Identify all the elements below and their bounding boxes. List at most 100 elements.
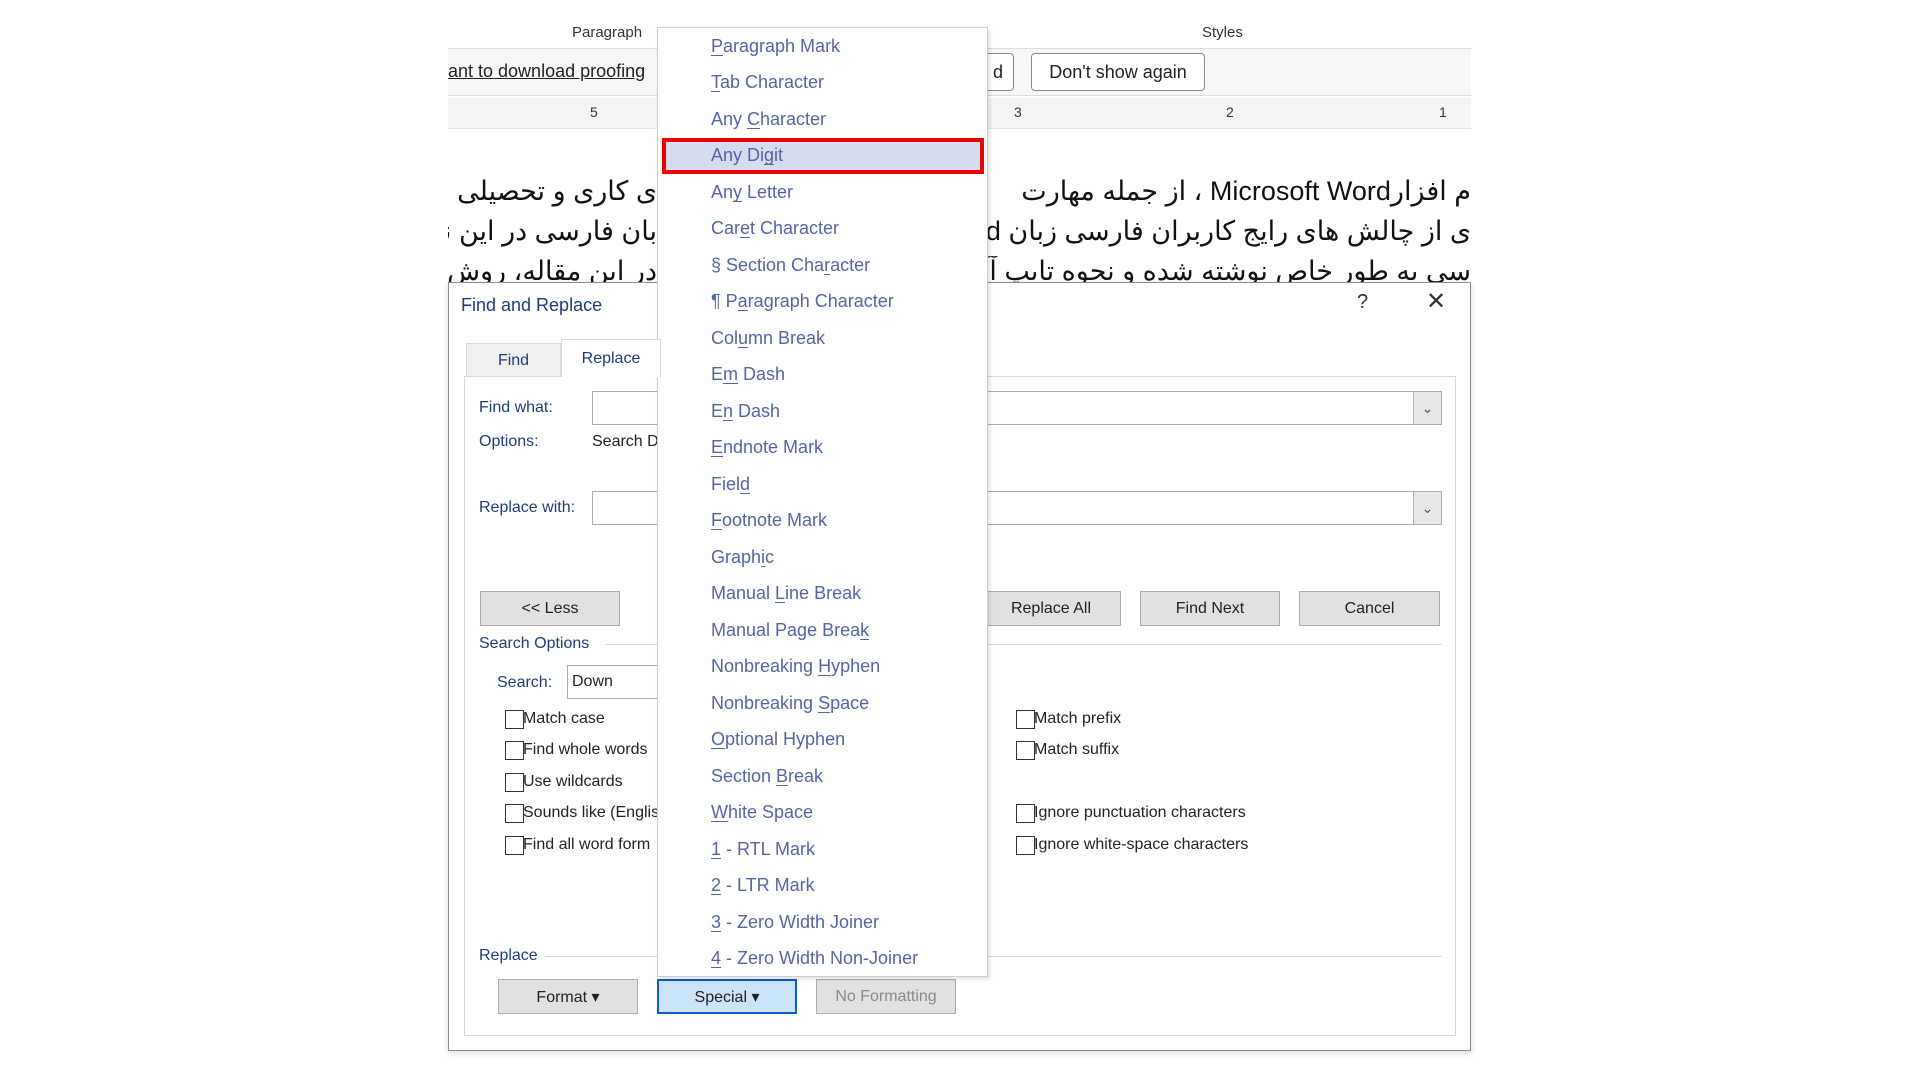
mnemonic-underline (711, 857, 722, 859)
special-menu-item[interactable]: Field (662, 466, 984, 502)
special-menu-item-label: Graphic (711, 546, 775, 567)
mnemonic-underline (761, 565, 766, 567)
mnemonic-underline (711, 967, 722, 968)
special-menu-item-label: Manual Line Break (711, 583, 862, 603)
search-direction-label: Search: (497, 674, 553, 691)
match-prefix-checkbox[interactable] (1016, 710, 1035, 729)
mnemonic-underline (747, 127, 761, 129)
use-wildcards-checkbox[interactable] (505, 773, 524, 792)
tab-find[interactable]: Find (466, 343, 561, 377)
special-menu-item[interactable]: Optional Hyphen (662, 722, 984, 758)
special-menu-item[interactable]: White Space (662, 795, 984, 831)
mnemonic-underline (711, 529, 722, 530)
close-icon[interactable]: ✕ (1421, 287, 1451, 316)
ruler-number: 3 (1014, 104, 1022, 120)
special-menu-item-label: Any Character (711, 108, 827, 129)
special-menu-item[interactable]: Nonbreaking Hyphen (662, 649, 984, 685)
special-menu-item[interactable]: Footnote Mark (662, 503, 984, 539)
match-case-checkbox[interactable] (505, 710, 524, 729)
find-whole-words-checkbox[interactable] (505, 741, 524, 760)
cancel-button[interactable]: Cancel (1299, 591, 1440, 626)
ribbon-group-styles-label: Styles (1202, 24, 1243, 41)
special-menu-item-label: White Space (711, 802, 814, 822)
match-case-label: Match case (523, 710, 605, 727)
mnemonic-underline (711, 894, 722, 895)
special-menu-item[interactable]: Manual Line Break (662, 576, 984, 612)
special-menu-item-label: Nonbreaking Space (711, 692, 870, 713)
tab-replace[interactable]: Replace (561, 339, 661, 377)
dont-show-again-button[interactable]: Don't show again (1031, 53, 1205, 91)
find-what-label: Find what: (479, 399, 553, 416)
special-menu-item-label: 2 - LTR Mark (711, 875, 815, 895)
special-menu-item[interactable]: 4 - Zero Width Non-Joiner (662, 941, 984, 977)
document-text-line: سی به طور خاص نوشته شده و نحوه تایپ آن (969, 256, 1472, 282)
search-options-label: Search Options (479, 635, 590, 652)
special-menu-item[interactable]: ¶ Paragraph Character (662, 284, 984, 320)
special-menu-item[interactable]: Column Break (662, 320, 984, 356)
sounds-like-checkbox[interactable] (505, 804, 524, 823)
special-menu-item[interactable]: Nonbreaking Space (662, 685, 984, 721)
special-menu-item[interactable]: Manual Page Break (662, 612, 984, 648)
mnemonic-underline (711, 456, 724, 457)
special-menu-item[interactable]: 2 - LTR Mark (662, 868, 984, 904)
special-menu-item[interactable]: Caret Character (662, 211, 984, 247)
special-menu-item-label: ¶ Paragraph Character (711, 291, 894, 311)
match-suffix-label: Match suffix (1034, 741, 1120, 758)
special-menu-item[interactable]: § Section Character (662, 247, 984, 283)
mnemonic-underline (740, 492, 751, 494)
special-menu-item[interactable]: Paragraph Mark (662, 28, 984, 64)
mnemonic-underline (764, 164, 775, 165)
special-menu-item[interactable]: En Dash (662, 393, 984, 429)
special-menu-item[interactable]: Graphic (662, 539, 984, 575)
special-menu-item[interactable]: Em Dash (662, 357, 984, 393)
special-menu-item[interactable]: Any Letter (662, 174, 984, 210)
find-all-word-forms-checkbox[interactable] (505, 836, 524, 855)
special-menu-item[interactable]: 3 - Zero Width Joiner (662, 904, 984, 940)
ignore-punctuation-checkbox[interactable] (1016, 804, 1035, 823)
use-wildcards-label: Use wildcards (523, 773, 623, 790)
special-menu-item[interactable]: Any Character (662, 101, 984, 137)
options-value: Search D (592, 433, 659, 450)
chevron-down-icon[interactable]: ⌄ (1413, 392, 1441, 424)
special-menu-item[interactable]: Any Digit (662, 137, 984, 174)
mnemonic-underline (740, 237, 751, 238)
less-button[interactable]: << Less (480, 591, 620, 626)
special-menu-item[interactable]: 1 - RTL Mark (662, 831, 984, 867)
mnemonic-underline (711, 54, 724, 56)
help-button[interactable]: ? (1357, 291, 1368, 314)
special-menu-item-label: § Section Character (711, 254, 871, 275)
special-menu-item[interactable]: Endnote Mark (662, 430, 984, 466)
special-menu-item-label: Any Digit (711, 145, 784, 165)
format-button[interactable]: Format ▾ (498, 979, 638, 1014)
download-proofing-link[interactable]: ant to download proofing (448, 61, 657, 82)
chevron-down-icon[interactable]: ⌄ (1413, 492, 1441, 524)
mnemonic-underline (723, 383, 738, 384)
mnemonic-underline (711, 930, 722, 932)
find-next-button[interactable]: Find Next (1140, 591, 1280, 626)
no-formatting-button[interactable]: No Formatting (816, 979, 956, 1014)
special-button[interactable]: Special ▾ (657, 979, 797, 1014)
special-menu-item[interactable]: Tab Character (662, 65, 984, 101)
special-menu-item-label: Endnote Mark (711, 437, 824, 457)
special-menu-item-label: 4 - Zero Width Non-Joiner (711, 948, 919, 968)
mnemonic-underline (860, 638, 870, 640)
ribbon-group-paragraph-label: Paragraph (572, 24, 643, 41)
dialog-title: Find and Replace (461, 295, 603, 315)
find-whole-words-label: Find whole words (523, 741, 648, 758)
special-menu-item-label: 1 - RTL Mark (711, 838, 816, 859)
special-menu: Paragraph Mark Tab Character Any Character… (657, 27, 988, 977)
document-text-line: در این مقاله، روش (448, 256, 657, 282)
special-menu-item-label: Paragraph Mark (711, 35, 841, 56)
match-suffix-checkbox[interactable] (1016, 741, 1035, 760)
sounds-like-label: Sounds like (Englis (523, 804, 660, 821)
special-menu-item[interactable]: Section Break (662, 758, 984, 794)
special-menu-item-label: Any Letter (711, 181, 794, 202)
replace-all-button[interactable]: Replace All (981, 591, 1121, 626)
replace-section-label: Replace (479, 947, 538, 964)
special-menu-item-label: Field (711, 473, 751, 494)
special-menu-item-label: Em Dash (711, 364, 786, 384)
document-text-line: ی کاری و تحصیلی ، (448, 176, 657, 206)
ignore-whitespace-checkbox[interactable] (1016, 836, 1035, 855)
mnemonic-underline (737, 310, 748, 311)
special-menu-item-label: En Dash (711, 400, 781, 421)
